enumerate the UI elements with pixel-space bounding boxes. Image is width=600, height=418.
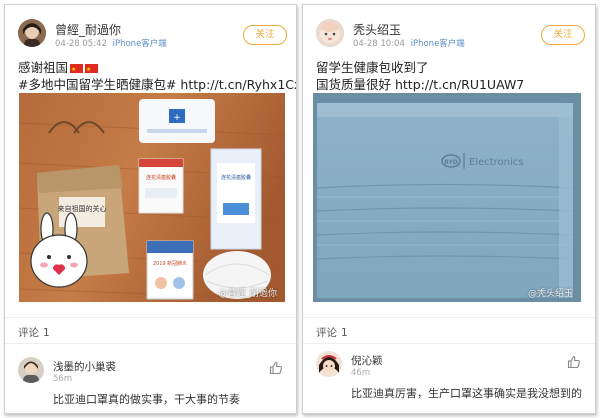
comment-time: 56m [53,374,73,384]
post-meta: 04-28 05:42 iPhone客户端 [55,37,167,49]
user-avatar[interactable] [18,19,46,47]
flag-icon [85,61,99,78]
post-header: 秃头绍玉 04-28 10:04 iPhone客户端 关注 [303,5,595,55]
post-photo[interactable]: 来自祖国的关心 + 连花清瘟胶囊 连花清瘟胶囊 2019 新冠肺炎 @曾經_耐過… [19,93,285,302]
sachet-label-text: 连花清瘟胶囊 [221,174,251,181]
follow-button[interactable]: 关注 [541,25,585,45]
comment-count[interactable]: 评论 1 [18,325,50,340]
commenter-name[interactable]: 浅墨的小巢裘 [53,359,116,374]
box-label-text: 连花清瘟胶囊 [146,174,176,181]
username[interactable]: 秃头绍玉 [353,21,401,38]
divider [303,343,595,344]
mask-logo-text: BYD [444,159,458,166]
weibo-post-card-left: 曾經_耐過你 04-28 05:42 iPhone客户端 关注 感谢祖国 #多地… [4,4,297,414]
comment-text: 比亚迪真厉害，生产口罩这事确实是我没想到的 [351,387,582,400]
commenter-avatar[interactable] [316,351,342,377]
thumbs-up-icon[interactable] [269,360,283,375]
weibo-post-card-right: 秃头绍玉 04-28 10:04 iPhone客户端 关注 留学生健康包收到了 … [302,4,596,414]
post-meta: 04-28 10:04 iPhone客户端 [353,37,465,49]
commenter-name[interactable]: 倪沁颖 [351,353,383,368]
post-text-line-1: 留学生健康包收到了 [316,60,429,75]
comment-count-number: 1 [43,327,50,339]
bag-note-text: 来自祖国的关心 [58,204,107,213]
divider [5,317,296,318]
post-header: 曾經_耐過你 04-28 05:42 iPhone客户端 关注 [5,5,296,55]
comment-time: 46m [351,368,371,378]
post-date: 04-28 10:04 [353,39,405,49]
thumbs-up-icon[interactable] [567,354,581,369]
photo-watermark: @曾經_耐過你 [218,289,277,299]
comment-count[interactable]: 评论 1 [316,325,348,340]
svg-text:+: + [173,113,181,123]
divider [5,343,296,344]
divider [303,317,595,318]
username[interactable]: 曾經_耐過你 [55,21,121,38]
mask-brand-text: Electronics [469,157,524,168]
post-photo[interactable]: BYD Electronics @秃头绍玉 [313,93,581,302]
post-text: 感谢祖国 [18,60,69,75]
comment-text: 比亚迪口罩真的做实事，干大事的节奏 [53,393,240,406]
post-source[interactable]: iPhone客户端 [113,39,167,49]
commenter-avatar[interactable] [18,357,44,383]
comment-count-label: 评论 [18,327,39,339]
post-text-line-2[interactable]: 国货质量很好 http://t.cn/RU1UAW7 [316,76,524,93]
user-avatar[interactable] [316,19,344,47]
booklet-label-text: 2019 新冠肺炎 [153,260,187,267]
comment-count-label: 评论 [316,327,337,339]
comment-count-number: 1 [341,327,348,339]
flag-icon [70,61,84,78]
post-date: 04-28 05:42 [55,39,107,49]
photo-watermark: @秃头绍玉 [527,289,573,299]
follow-button[interactable]: 关注 [243,25,287,45]
post-text-line-1: 感谢祖国 [18,59,99,78]
post-text-line-2[interactable]: #多地中国留学生晒健康包# http://t.cn/Ryhx1Cx [18,76,296,93]
post-source[interactable]: iPhone客户端 [411,39,465,49]
